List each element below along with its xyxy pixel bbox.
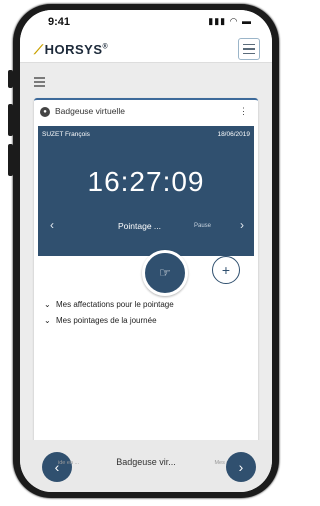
- clock-time: 16:27:09: [87, 166, 205, 197]
- card-title: Badgeuse virtuelle: [55, 106, 125, 116]
- chevron-right-icon: ›: [238, 459, 244, 475]
- horsys-logo: ⟋HORSYS®: [34, 42, 109, 57]
- status-bar: 9:41 ▮▮▮ ◠ ▬: [20, 10, 272, 34]
- menu-button[interactable]: [238, 38, 260, 60]
- expand-affectations[interactable]: ⌄ Mes affectations pour le pointage: [44, 300, 174, 309]
- menu-icon-line: [243, 48, 255, 50]
- badge-punch-button[interactable]: ☞: [142, 250, 188, 296]
- section-label: Mes affectations pour le pointage: [56, 300, 174, 309]
- pointage-label[interactable]: Pointage ...: [118, 221, 161, 231]
- more-options-icon[interactable]: ⋮: [239, 106, 248, 117]
- menu-icon-line: [243, 52, 255, 55]
- chevron-down-icon: ⌄: [44, 300, 51, 309]
- plus-icon: +: [221, 262, 231, 278]
- status-time: 9:41: [48, 16, 71, 28]
- add-button[interactable]: +: [212, 256, 240, 284]
- bottom-nav: ‹ ide en ... Badgeuse vir... Mes cor ›: [20, 440, 272, 492]
- badge-icon: ●: [40, 107, 50, 117]
- chevron-down-icon: ⌄: [44, 316, 51, 325]
- phone-side-button: [8, 104, 13, 136]
- logo-mark-icon: ⟋: [34, 42, 44, 57]
- menu-icon-line: [243, 43, 255, 46]
- next-chevron-icon[interactable]: ›: [240, 218, 244, 232]
- phone-side-button: [8, 144, 13, 176]
- hand-badge-icon: ☞: [159, 265, 171, 280]
- battery-icon: ▬: [242, 16, 252, 26]
- expand-pointages[interactable]: ⌄ Mes pointages de la journée: [44, 316, 157, 325]
- signal-icon: ▮▮▮: [208, 16, 227, 26]
- badgeuse-card: ● Badgeuse virtuelle ⋮ SUZET François 18…: [34, 98, 258, 450]
- phone-frame: 9:41 ▮▮▮ ◠ ▬ ⟋HORSYS® ● Badgeuse virtuel…: [13, 4, 279, 498]
- screen: 9:41 ▮▮▮ ◠ ▬ ⟋HORSYS® ● Badgeuse virtuel…: [20, 10, 272, 492]
- prev-chevron-icon[interactable]: ‹: [50, 218, 54, 232]
- wifi-icon: ◠: [229, 16, 239, 26]
- card-header: ● Badgeuse virtuelle ⋮: [40, 106, 252, 120]
- phone-side-button: [8, 70, 13, 88]
- clock-panel: SUZET François 18/06/2019 16:27:09 ‹ Poi…: [38, 126, 254, 256]
- sidebar-toggle-icon[interactable]: [34, 77, 45, 87]
- pause-label[interactable]: Pause: [194, 223, 211, 229]
- section-label: Mes pointages de la journée: [56, 316, 157, 325]
- user-name: SUZET François: [42, 131, 90, 138]
- status-icons: ▮▮▮ ◠ ▬: [208, 16, 252, 27]
- nav-next-button[interactable]: ›: [226, 452, 256, 482]
- current-date: 18/06/2019: [217, 131, 250, 138]
- app-header: ⟋HORSYS®: [20, 34, 272, 63]
